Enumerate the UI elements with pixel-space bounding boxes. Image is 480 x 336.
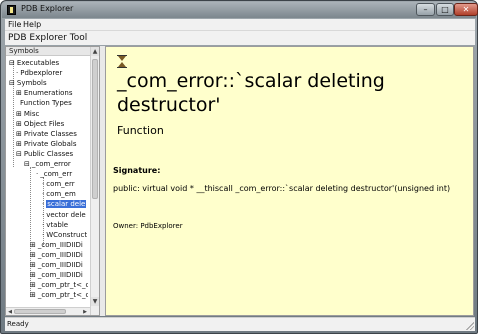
symbol-tree-panel[interactable]: Symbols ⊟ Executables · Pdbexplorer ⊟ Symbols… <box>5 46 100 316</box>
tree-leaf-icon: · <box>16 69 19 78</box>
tree-item-label: scalar dele <box>46 200 87 209</box>
scroll-left-arrow-icon[interactable]: ◀ <box>6 308 14 315</box>
tree-item-label: com_em <box>46 190 76 199</box>
tree-guide-line <box>13 61 14 167</box>
collapse-node-icon[interactable]: ⊟ <box>24 160 30 168</box>
collapse-node-icon[interactable]: ⊟ <box>9 59 15 67</box>
collapse-node-icon[interactable]: ⊟ <box>9 79 15 87</box>
tree-item-label: com_err <box>46 180 75 189</box>
expand-node-icon[interactable]: ⊞ <box>16 140 22 148</box>
tree-item-label: Object Files <box>23 119 65 128</box>
tree-item-label: vtable <box>46 220 69 229</box>
tree-item-label: _com_IIIDIIDi <box>37 240 83 249</box>
tree-item-label: Private Classes <box>23 129 77 138</box>
tree-item-label: _com_IIIDIIDi <box>37 261 83 269</box>
tree-leaf-icon: · <box>42 180 45 189</box>
symbol-kind: Function <box>117 124 164 137</box>
title-bar[interactable]: PDB Explorer – □ ✕ <box>2 2 478 18</box>
expand-node-icon[interactable]: ⊞ <box>16 120 22 128</box>
tree-item-label: _com_err <box>40 170 73 179</box>
status-bar: Ready <box>5 317 475 331</box>
tree-header: Symbols <box>6 47 90 56</box>
app-icon <box>7 5 16 15</box>
owner-text: Owner: PdbExplorer <box>113 222 183 230</box>
tree-item-label: Executables <box>16 59 60 67</box>
menu-file[interactable]: File <box>8 19 21 30</box>
scroll-right-arrow-icon[interactable]: ▶ <box>81 308 89 315</box>
expand-node-icon[interactable]: ⊞ <box>16 130 22 138</box>
scroll-down-arrow-icon[interactable]: ▼ <box>91 297 99 306</box>
tree-leaf-icon: · <box>42 200 45 209</box>
tree-item-label: Public Classes <box>23 149 74 158</box>
tree-item-label: Symbols <box>16 79 47 88</box>
tree-item-label: Misc <box>23 109 40 118</box>
expand-node-icon[interactable]: ⊞ <box>30 291 36 299</box>
hourglass-icon <box>117 55 128 68</box>
tool-bar-label: PDB Explorer Tool <box>8 33 88 43</box>
minimize-button[interactable]: – <box>416 3 435 16</box>
tree-leaf-icon: · <box>42 220 45 229</box>
tree-scroll-thumb[interactable] <box>92 59 98 199</box>
status-text: Ready <box>7 320 29 328</box>
expand-node-icon[interactable]: ⊞ <box>30 271 36 279</box>
menu-bar: File Help <box>5 19 475 30</box>
scroll-up-arrow-icon[interactable]: ▲ <box>91 47 99 56</box>
expand-node-icon[interactable]: ⊞ <box>30 241 36 249</box>
tree-leaf-icon: · <box>42 210 45 219</box>
tree-header-label: Symbols <box>9 47 39 55</box>
tree-leaf-icon: · <box>42 230 45 239</box>
tool-bar: PDB Explorer Tool <box>5 30 475 45</box>
menu-help[interactable]: Help <box>23 19 41 30</box>
signature-text: public: virtual void * __thiscall _com_e… <box>113 184 451 193</box>
expand-node-icon[interactable]: ⊞ <box>30 281 36 289</box>
tree-item-label: vector dele <box>46 210 86 219</box>
tree-item-label: Function Types <box>20 99 72 108</box>
tree-item-label: _com_ptr_t<_c <box>37 281 88 290</box>
tree-item[interactable]: ⊞ _com_ptr_t<_c <box>30 290 88 301</box>
symbol-heading: _com_error::`scalar deleting destructor' <box>117 70 385 116</box>
tree-item-label: Enumerations <box>23 89 73 98</box>
tree-hscroll-thumb[interactable] <box>14 309 66 314</box>
expand-node-icon[interactable]: ⊞ <box>30 261 36 269</box>
close-button[interactable]: ✕ <box>454 3 478 16</box>
tree-leaf-icon: · <box>42 190 45 199</box>
window-title: PDB Explorer <box>21 4 74 13</box>
tree-vertical-scrollbar[interactable]: ▲ ▼ <box>90 47 99 315</box>
tree-item-label: _com_IIIDIIDi <box>37 250 83 259</box>
tree-item-label: _com_IIIDIIDi <box>37 271 83 280</box>
detail-panel: _com_error::`scalar deleting destructor'… <box>105 46 474 316</box>
tree-leaf-icon: · <box>36 170 39 179</box>
tree-item-label: _com_ptr_t<_c <box>37 291 88 300</box>
tree-horizontal-scrollbar[interactable]: ◀ ▶ <box>6 307 90 315</box>
tree-item-label: Pdbexplorer <box>20 69 63 78</box>
tree-item-label: WConstruct <box>46 230 88 239</box>
tree-item-label: Private Globals <box>23 139 77 148</box>
signature-label: Signature: <box>113 166 161 175</box>
resize-grip-icon[interactable] <box>465 321 474 330</box>
maximize-button[interactable]: □ <box>436 3 454 16</box>
tree-item-label: _com_error <box>31 160 71 168</box>
expand-node-icon[interactable]: ⊞ <box>16 110 22 118</box>
expand-node-icon[interactable]: ⊞ <box>16 89 22 97</box>
expand-node-icon[interactable]: ⊞ <box>30 251 36 259</box>
app-window: PDB Explorer – □ ✕ File Help PDB Explore… <box>0 0 478 334</box>
collapse-node-icon[interactable]: ⊟ <box>16 150 22 158</box>
